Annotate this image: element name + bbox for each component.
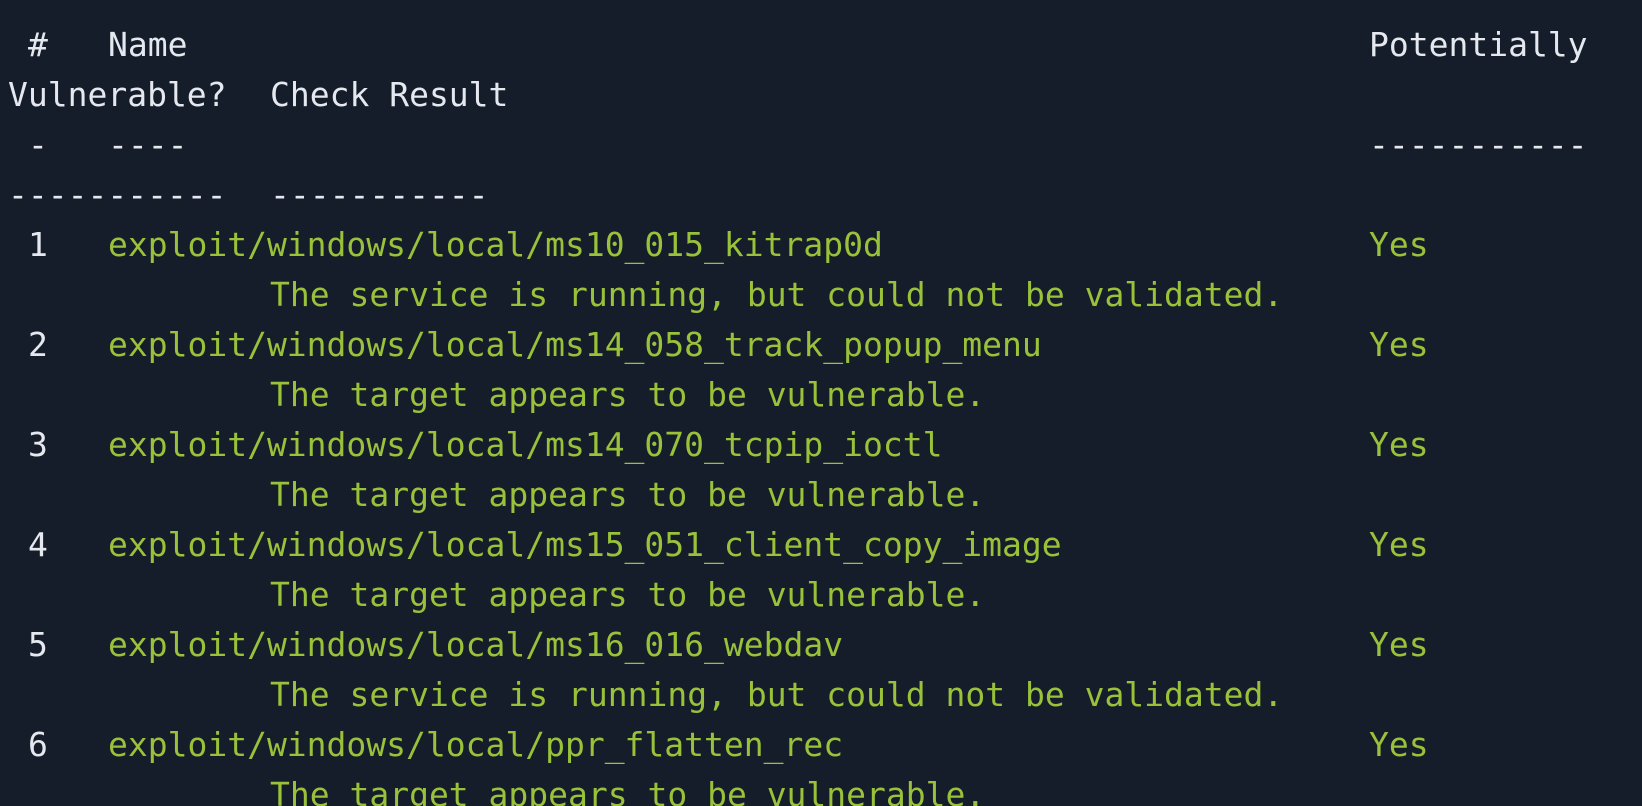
header-col-name: Name <box>108 25 188 64</box>
separator-name: ---- <box>108 125 188 164</box>
separator-check-result: ----------- <box>270 175 489 214</box>
exploit-name: exploit/windows/local/ms15_051_client_co… <box>108 525 1062 564</box>
header-col-number: # <box>28 25 48 64</box>
check-result-line: The target appears to be vulnerable. <box>0 470 985 520</box>
row-number: 5 <box>28 625 48 664</box>
table-row: 6 exploit/windows/local/ppr_flatten_rec … <box>0 720 1429 770</box>
check-result: The target appears to be vulnerable. <box>270 475 986 514</box>
row-number: 3 <box>28 425 48 464</box>
check-result-line: The target appears to be vulnerable. <box>0 370 985 420</box>
header-col-potentially: Potentially <box>1369 25 1588 64</box>
separator-potentially: ----------- <box>1369 125 1588 164</box>
table-row: 5 exploit/windows/local/ms16_016_webdav … <box>0 620 1429 670</box>
vulnerable-value: Yes <box>1369 225 1429 264</box>
vulnerable-value: Yes <box>1369 525 1429 564</box>
separator-line: - ---- ----------- <box>0 120 1588 170</box>
separator-number: - <box>28 125 48 164</box>
exploit-name: exploit/windows/local/ms14_070_tcpip_ioc… <box>108 425 943 464</box>
row-number: 4 <box>28 525 48 564</box>
vulnerable-value: Yes <box>1369 725 1429 764</box>
check-result-line: The target appears to be vulnerable. <box>0 570 985 620</box>
row-number: 6 <box>28 725 48 764</box>
vulnerable-value: Yes <box>1369 425 1429 464</box>
exploit-name: exploit/windows/local/ppr_flatten_rec <box>108 725 844 764</box>
header-col-check-result: Check Result <box>270 75 509 114</box>
table-row: 3 exploit/windows/local/ms14_070_tcpip_i… <box>0 420 1429 470</box>
table-row: 4 exploit/windows/local/ms15_051_client_… <box>0 520 1429 570</box>
check-result-line: The service is running, but could not be… <box>0 270 1283 320</box>
vulnerable-value: Yes <box>1369 625 1429 664</box>
header-line-wrapped: Vulnerable? Check Result <box>0 70 508 120</box>
row-number: 1 <box>28 225 48 264</box>
separator-vulnerable: ----------- <box>8 175 227 214</box>
check-result-line: The service is running, but could not be… <box>0 670 1283 720</box>
header-line: # Name Potentially <box>0 20 1588 70</box>
check-result: The target appears to be vulnerable. <box>270 575 986 614</box>
row-number: 2 <box>28 325 48 364</box>
exploit-name: exploit/windows/local/ms14_058_track_pop… <box>108 325 1042 364</box>
exploit-name: exploit/windows/local/ms16_016_webdav <box>108 625 844 664</box>
header-col-vulnerable: Vulnerable? <box>8 75 227 114</box>
check-result: The service is running, but could not be… <box>270 675 1284 714</box>
exploit-name: exploit/windows/local/ms10_015_kitrap0d <box>108 225 883 264</box>
check-result: The target appears to be vulnerable. <box>270 775 986 806</box>
check-result-line: The target appears to be vulnerable. <box>0 770 985 806</box>
check-result: The service is running, but could not be… <box>270 275 1284 314</box>
terminal-output[interactable]: # Name Potentially Vulnerable? Check Res… <box>0 0 1642 806</box>
table-row: 2 exploit/windows/local/ms14_058_track_p… <box>0 320 1429 370</box>
table-row: 1 exploit/windows/local/ms10_015_kitrap0… <box>0 220 1429 270</box>
vulnerable-value: Yes <box>1369 325 1429 364</box>
separator-line-wrapped: ----------- ----------- <box>0 170 489 220</box>
check-result: The target appears to be vulnerable. <box>270 375 986 414</box>
